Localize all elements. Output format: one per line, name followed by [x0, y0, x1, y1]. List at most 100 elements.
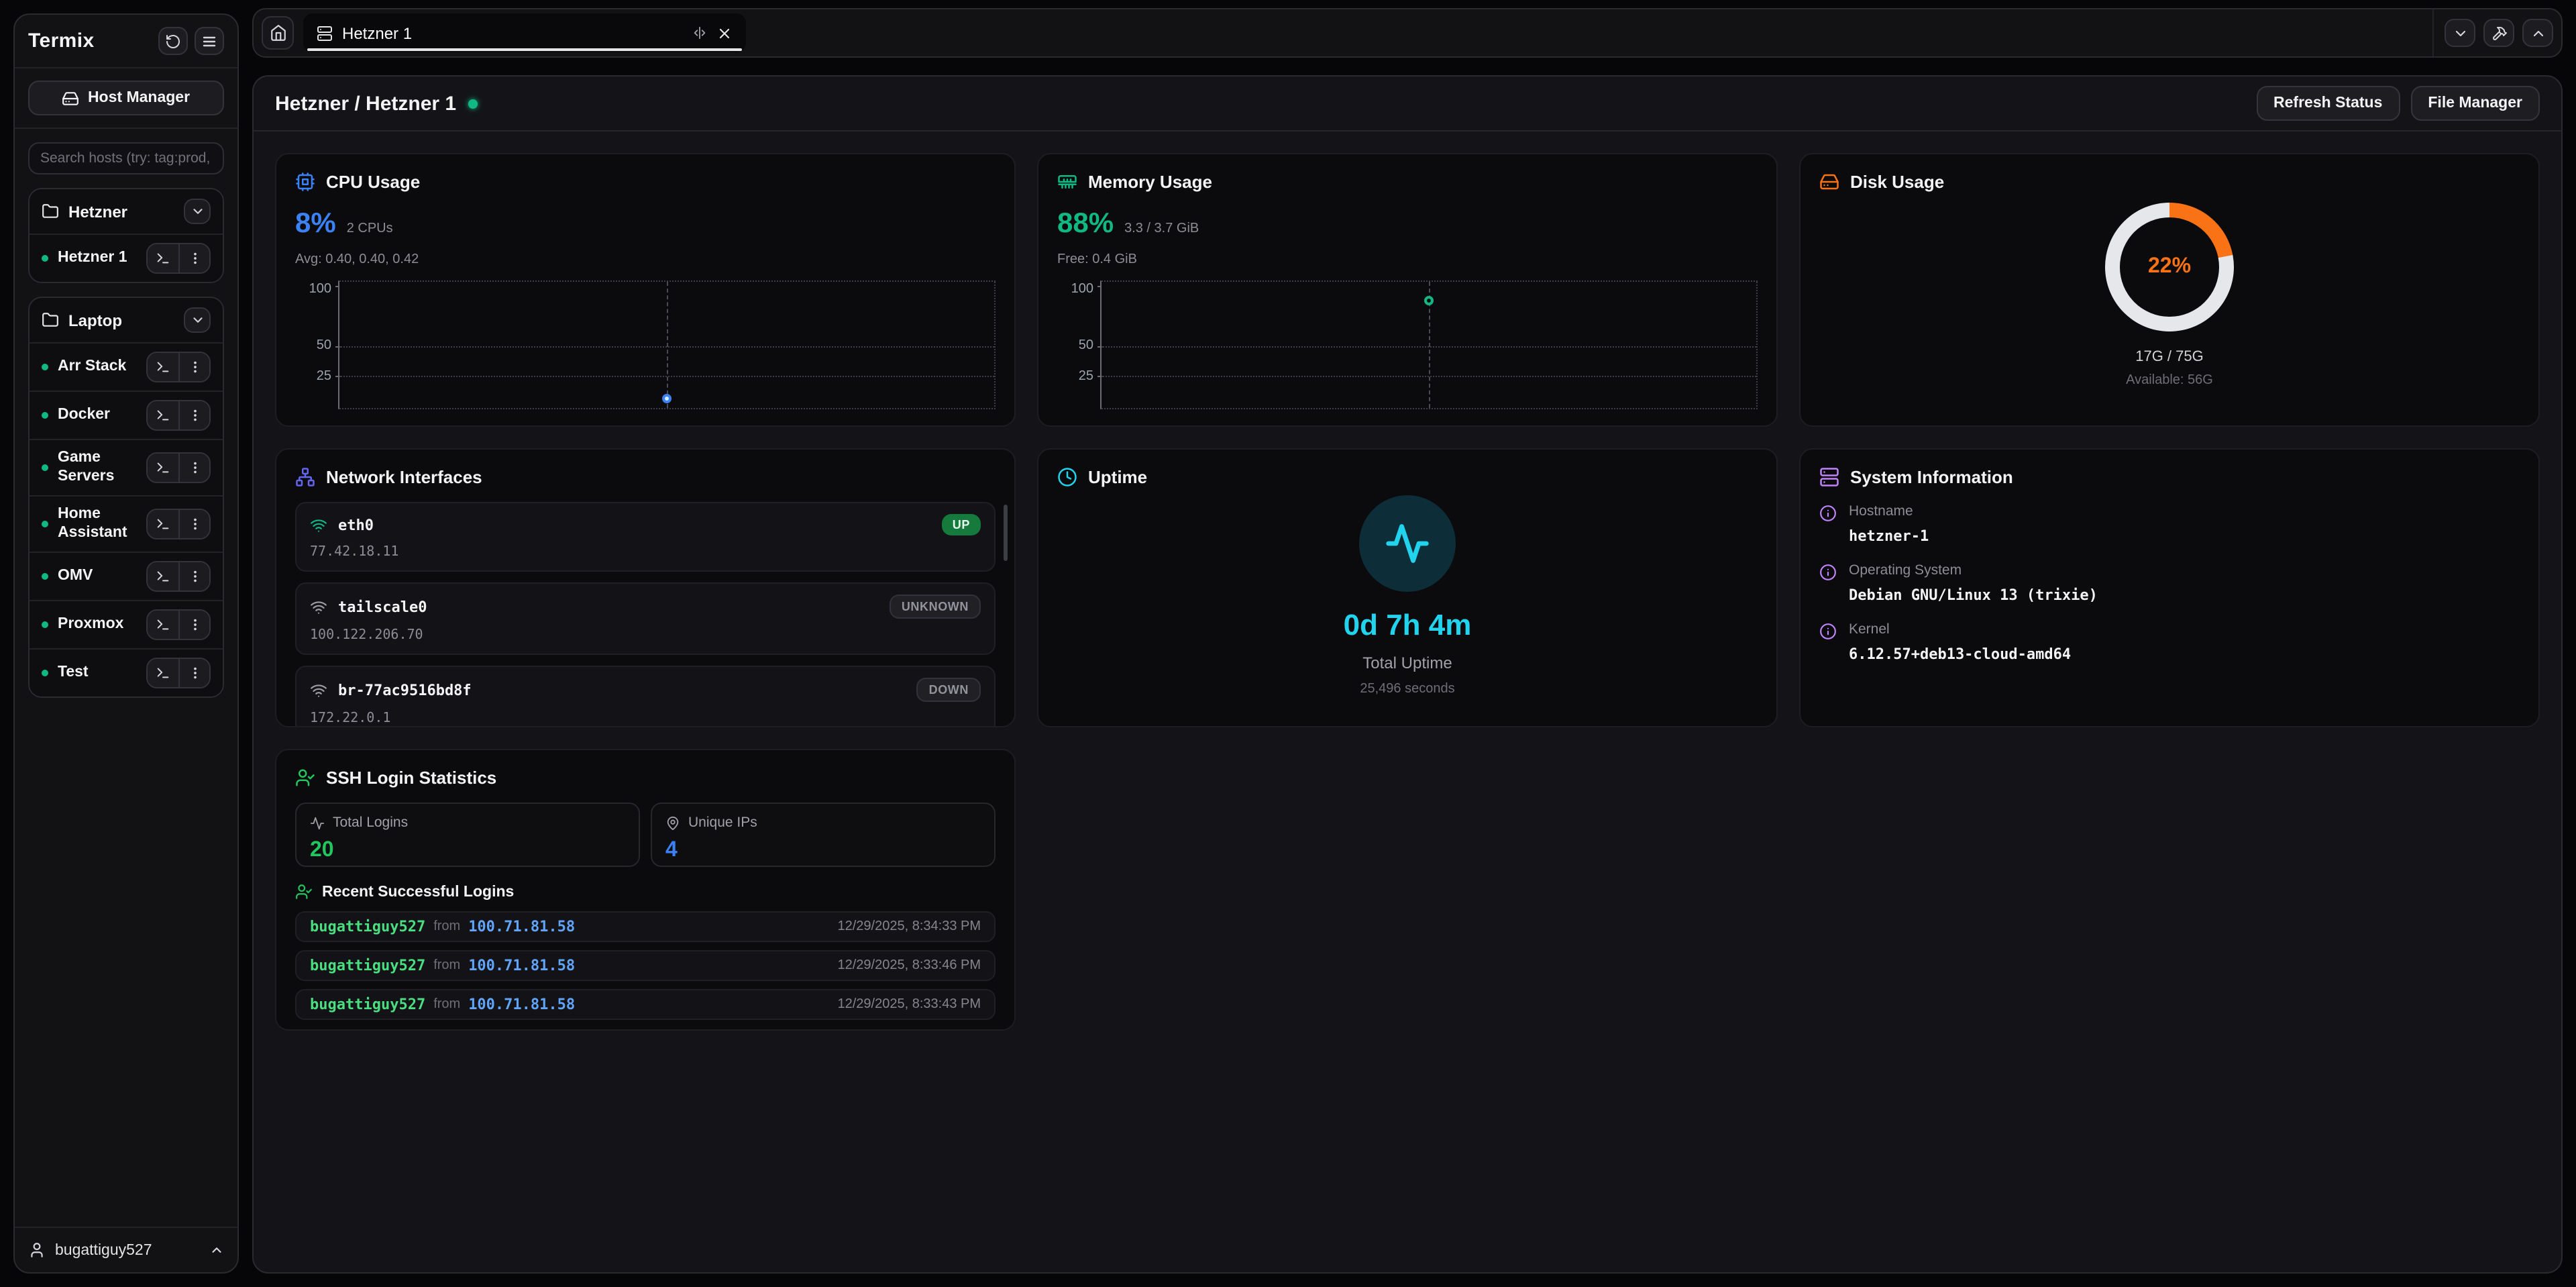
card-title: Disk Usage: [1850, 172, 1944, 192]
hammer-icon: [2491, 25, 2507, 41]
cpu-load-avg: Avg: 0.40, 0.40, 0.42: [295, 252, 996, 267]
open-terminal-button[interactable]: [148, 509, 178, 537]
breadcrumb: Hetzner / Hetzner 1: [275, 92, 456, 115]
open-terminal-button[interactable]: [148, 353, 178, 381]
server-icon: [1819, 467, 1839, 487]
home-button[interactable]: [262, 16, 294, 50]
host-group-hetzner: Hetzner Hetzner 1: [28, 188, 224, 283]
login-ip: 100.71.81.58: [468, 918, 575, 935]
scroll-tabs-down-button[interactable]: [2445, 19, 2475, 47]
login-timestamp: 12/29/2025, 8:33:46 PM: [838, 958, 981, 973]
sidebar-item-arr-stack[interactable]: Arr Stack: [30, 344, 223, 392]
info-icon: [1819, 564, 1837, 604]
sidebar-item-home-assistant[interactable]: Home Assistant: [30, 497, 223, 553]
memory-chart: 100 50 25: [1100, 280, 1758, 409]
user-menu[interactable]: bugattiguy527: [15, 1227, 237, 1272]
uptime-seconds: 25,496 seconds: [1360, 682, 1454, 697]
card-title: SSH Login Statistics: [326, 768, 496, 788]
terminal-icon: [156, 617, 170, 631]
tools-button[interactable]: [2483, 19, 2514, 47]
network-interfaces-card: Network Interfaces eth0 UP 77.42.18.11: [275, 448, 1016, 727]
username-label: bugattiguy527: [55, 1242, 200, 1258]
open-terminal-button[interactable]: [148, 454, 178, 482]
termix-app: Termix Host Manager: [0, 0, 2576, 1287]
group-header[interactable]: Laptop: [30, 298, 223, 344]
scroll-tabs-up-button[interactable]: [2522, 19, 2553, 47]
tab-hetzner-1[interactable]: Hetzner 1: [303, 13, 746, 52]
login-row: bugattiguy527 from 100.71.81.58 12/29/20…: [295, 950, 996, 981]
host-menu-button[interactable]: [178, 454, 209, 482]
host-menu-button[interactable]: [178, 562, 209, 590]
hard-drive-icon: [1819, 172, 1839, 192]
host-manager-button[interactable]: Host Manager: [28, 81, 224, 115]
refresh-button[interactable]: [158, 27, 188, 55]
sidebar-item-hetzner-1[interactable]: Hetzner 1: [30, 235, 223, 282]
y-tick: 50: [297, 340, 331, 353]
status-badge: UP: [942, 514, 981, 535]
disk-used-total: 17G / 75G: [2135, 349, 2204, 365]
unique-ips-value: 4: [665, 839, 981, 863]
open-terminal-button[interactable]: [148, 562, 178, 590]
open-terminal-button[interactable]: [148, 401, 178, 429]
interface-row-eth0: eth0 UP 77.42.18.11: [295, 502, 996, 572]
refresh-status-button[interactable]: Refresh Status: [2256, 86, 2400, 121]
host-menu-button[interactable]: [178, 658, 209, 686]
host-name-label: Arr Stack: [58, 358, 126, 377]
group-collapse-button[interactable]: [184, 199, 211, 224]
kebab-menu-icon: [187, 460, 202, 475]
kebab-menu-icon: [187, 360, 202, 374]
chevron-down-icon: [2452, 25, 2468, 41]
login-row: bugattiguy527 from 100.71.81.58 12/29/20…: [295, 911, 996, 942]
scrollbar[interactable]: [1004, 505, 1008, 561]
login-timestamp: 12/29/2025, 8:34:33 PM: [838, 919, 981, 934]
interface-row-tailscale0: tailscale0 UNKNOWN 100.122.206.70: [295, 582, 996, 655]
hamburger-menu-icon: [201, 33, 217, 49]
folder-icon: [42, 203, 59, 220]
group-collapse-button[interactable]: [184, 307, 211, 333]
status-dot: [42, 621, 48, 627]
host-group-laptop: Laptop Arr Stack Docker: [28, 297, 224, 697]
server-icon: [317, 25, 333, 41]
hard-drive-icon: [62, 89, 80, 107]
menu-button[interactable]: [195, 27, 224, 55]
close-tab-icon[interactable]: [716, 25, 733, 41]
sidebar-item-omv[interactable]: OMV: [30, 552, 223, 601]
host-menu-button[interactable]: [178, 401, 209, 429]
split-view-icon[interactable]: [692, 25, 707, 40]
host-name-label: Home Assistant: [58, 505, 138, 544]
open-terminal-button[interactable]: [148, 658, 178, 686]
host-menu-button[interactable]: [178, 244, 209, 272]
host-menu-button[interactable]: [178, 509, 209, 537]
clock-icon: [1057, 467, 1077, 487]
card-title: Network Interfaces: [326, 467, 482, 487]
sidebar-item-game-servers[interactable]: Game Servers: [30, 440, 223, 497]
interface-list: eth0 UP 77.42.18.11 tailscale0 UNK: [295, 502, 996, 727]
open-terminal-button[interactable]: [148, 244, 178, 272]
status-dot: [42, 669, 48, 676]
status-dot: [42, 412, 48, 419]
cpu-data-point: [662, 394, 672, 403]
system-info-os: Operating System Debian GNU/Linux 13 (tr…: [1819, 562, 2520, 604]
sidebar-item-test[interactable]: Test: [30, 649, 223, 696]
group-header[interactable]: Hetzner: [30, 189, 223, 235]
host-menu-button[interactable]: [178, 610, 209, 638]
search-input[interactable]: [28, 142, 224, 174]
info-icon: [1819, 623, 1837, 663]
y-tick: 25: [1059, 370, 1093, 384]
file-manager-button[interactable]: File Manager: [2410, 86, 2540, 121]
host-menu-button[interactable]: [178, 353, 209, 381]
disk-usage-card: Disk Usage 22% 17G / 75G Available: 56G: [1799, 153, 2540, 427]
y-tick: 100: [297, 283, 331, 297]
kebab-menu-icon: [187, 408, 202, 423]
open-terminal-button[interactable]: [148, 610, 178, 638]
terminal-icon: [156, 665, 170, 680]
kebab-menu-icon: [187, 617, 202, 631]
sidebar-item-docker[interactable]: Docker: [30, 392, 223, 440]
dashboard-grid: CPU Usage 8% 2 CPUs Avg: 0.40, 0.40, 0.4…: [254, 132, 2561, 1052]
online-status-dot: [468, 99, 478, 108]
wifi-icon: [310, 681, 327, 699]
interface-ip: 100.122.206.70: [310, 628, 981, 643]
topbar-actions: [2432, 9, 2553, 56]
sidebar-item-proxmox[interactable]: Proxmox: [30, 601, 223, 649]
map-pin-icon: [665, 815, 680, 830]
